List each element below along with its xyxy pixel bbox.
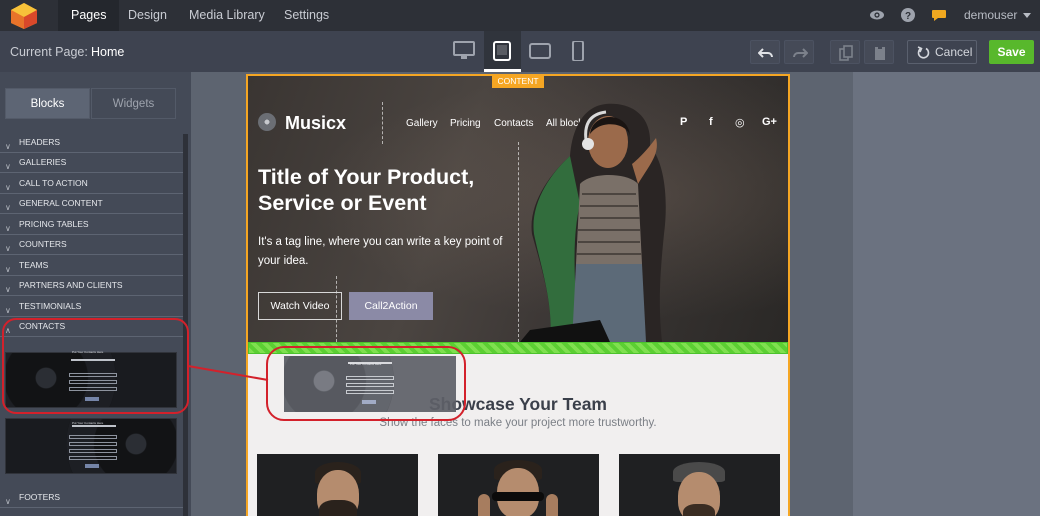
dj-photo bbox=[520, 103, 666, 342]
team-member-card[interactable] bbox=[438, 454, 599, 516]
annotation-circle-sidebar bbox=[2, 318, 189, 414]
undo-icon bbox=[758, 48, 773, 58]
category-general-content[interactable]: ∨ GENERAL CONTENT bbox=[0, 194, 188, 214]
category-footers[interactable]: ∨ FOOTERS bbox=[0, 488, 188, 508]
thumbnail-field bbox=[69, 435, 117, 439]
category-pricing-tables[interactable]: ∨ PRICING TABLES bbox=[0, 215, 188, 235]
thumbnail-field bbox=[69, 456, 117, 460]
username[interactable]: demouser bbox=[964, 0, 1017, 30]
tab-blocks[interactable]: Blocks bbox=[5, 88, 90, 119]
team-photo-hand bbox=[546, 494, 558, 516]
tab-settings[interactable]: Settings bbox=[271, 0, 342, 31]
category-label: PRICING TABLES bbox=[19, 219, 89, 229]
team-photo-hand bbox=[478, 494, 490, 516]
top-navigation: Pages Design Media Library Settings ? de… bbox=[0, 0, 1040, 31]
redo-icon bbox=[793, 48, 808, 58]
current-page-value[interactable]: Home bbox=[91, 45, 124, 59]
logo-icon[interactable] bbox=[9, 2, 39, 30]
desktop-icon bbox=[453, 41, 475, 59]
hidden-thumb-title: Put Your Contacts Here bbox=[72, 350, 104, 354]
category-counters[interactable]: ∨ COUNTERS bbox=[0, 235, 188, 255]
brand-logo-icon bbox=[258, 113, 276, 131]
chat-icon[interactable] bbox=[931, 7, 947, 23]
chevron-down-icon[interactable] bbox=[1023, 13, 1031, 18]
revert-icon bbox=[917, 46, 930, 59]
annotation-circle-canvas bbox=[266, 346, 466, 421]
device-mobile-button[interactable] bbox=[560, 31, 597, 72]
content-section-tag: CONTENT bbox=[492, 75, 544, 88]
thumbnail-title bbox=[72, 425, 116, 427]
category-label: FOOTERS bbox=[19, 492, 61, 502]
tab-widgets[interactable]: Widgets bbox=[91, 88, 176, 119]
category-galleries[interactable]: ∨ GALLERIES bbox=[0, 153, 188, 173]
device-tablet-landscape-button[interactable] bbox=[522, 31, 559, 72]
svg-text:?: ? bbox=[905, 11, 911, 22]
brand-name[interactable]: Musicx bbox=[285, 113, 346, 134]
hero-title[interactable]: Title of Your Product, Service or Event bbox=[258, 164, 498, 216]
device-desktop-button[interactable] bbox=[446, 31, 483, 72]
category-label: TEAMS bbox=[19, 260, 49, 270]
thumbnail-field bbox=[69, 442, 117, 446]
team-member-card[interactable] bbox=[257, 454, 418, 516]
tablet-landscape-icon bbox=[529, 43, 551, 59]
paste-button[interactable] bbox=[864, 40, 894, 64]
page-preview-frame: Musicx Gallery Pricing Contacts All bloc… bbox=[246, 74, 790, 516]
contact-block-thumbnail-2[interactable] bbox=[5, 418, 177, 474]
team-photo-beard bbox=[319, 500, 357, 516]
nav-link-gallery[interactable]: Gallery bbox=[406, 118, 438, 129]
copy-button[interactable] bbox=[830, 40, 860, 64]
facebook-icon[interactable]: f bbox=[709, 116, 713, 128]
category-label: HEADERS bbox=[19, 137, 61, 147]
category-label: PARTNERS AND CLIENTS bbox=[19, 280, 123, 290]
category-call-to-action[interactable]: ∨ CALL TO ACTION bbox=[0, 174, 188, 194]
sidebar-tabs: Blocks Widgets bbox=[5, 88, 177, 119]
canvas-right-margin bbox=[853, 72, 1040, 516]
blocks-sidebar: Blocks Widgets ∨ HEADERS ∨ GALLERIES ∨ CALL… bbox=[0, 72, 191, 516]
divider bbox=[382, 102, 383, 144]
category-headers[interactable]: ∨ HEADERS bbox=[0, 133, 188, 153]
paste-icon bbox=[875, 46, 885, 60]
team-photo-beard bbox=[683, 504, 715, 516]
category-label: CALL TO ACTION bbox=[19, 178, 88, 188]
editor-toolbar: Current Page: Home Cancel Save bbox=[0, 31, 1040, 72]
hero-tagline[interactable]: It's a tag line, where you can write a k… bbox=[258, 233, 513, 271]
instagram-icon[interactable]: ◎ bbox=[735, 116, 745, 129]
category-label: GENERAL CONTENT bbox=[19, 198, 103, 208]
annotation-arrow bbox=[187, 365, 269, 381]
copy-icon bbox=[839, 45, 853, 61]
category-label: COUNTERS bbox=[19, 239, 67, 249]
current-page-label: Current Page: bbox=[10, 45, 88, 59]
category-label: GALLERIES bbox=[19, 157, 67, 167]
tab-media-library[interactable]: Media Library bbox=[176, 0, 278, 31]
mobile-icon bbox=[572, 41, 584, 61]
save-button[interactable]: Save bbox=[989, 40, 1034, 64]
thumbnail-field bbox=[69, 449, 117, 453]
hidden-thumb-title-2: Put Your Contacts Here bbox=[72, 421, 104, 425]
category-label: TESTIMONIALS bbox=[19, 301, 82, 311]
watch-video-button[interactable]: Watch Video bbox=[258, 292, 342, 320]
eye-icon[interactable] bbox=[869, 7, 885, 23]
help-icon[interactable]: ? bbox=[900, 7, 916, 23]
device-tablet-button[interactable] bbox=[484, 31, 521, 72]
thumbnail-button bbox=[85, 464, 99, 468]
cancel-label: Cancel bbox=[935, 45, 973, 59]
nav-link-pricing[interactable]: Pricing bbox=[450, 118, 481, 129]
tab-pages[interactable]: Pages bbox=[58, 0, 120, 31]
chevron-down-icon: ∨ bbox=[5, 497, 11, 506]
hero-section[interactable]: Musicx Gallery Pricing Contacts All bloc… bbox=[248, 76, 788, 342]
google-plus-icon[interactable]: G+ bbox=[762, 116, 777, 128]
tab-design[interactable]: Design bbox=[115, 0, 180, 31]
tablet-icon bbox=[493, 41, 511, 61]
redo-button[interactable] bbox=[784, 40, 814, 64]
cancel-button[interactable]: Cancel bbox=[907, 40, 977, 64]
undo-button[interactable] bbox=[750, 40, 780, 64]
category-teams[interactable]: ∨ TEAMS bbox=[0, 256, 188, 276]
sunglasses-icon bbox=[492, 492, 544, 501]
team-member-card[interactable] bbox=[619, 454, 780, 516]
category-testimonials[interactable]: ∨ TESTIMONIALS bbox=[0, 297, 188, 317]
call-to-action-button[interactable]: Call2Action bbox=[349, 292, 433, 320]
drag-ghost-title: Put Your Contacts Here bbox=[350, 362, 382, 366]
category-partners-and-clients[interactable]: ∨ PARTNERS AND CLIENTS bbox=[0, 276, 188, 296]
